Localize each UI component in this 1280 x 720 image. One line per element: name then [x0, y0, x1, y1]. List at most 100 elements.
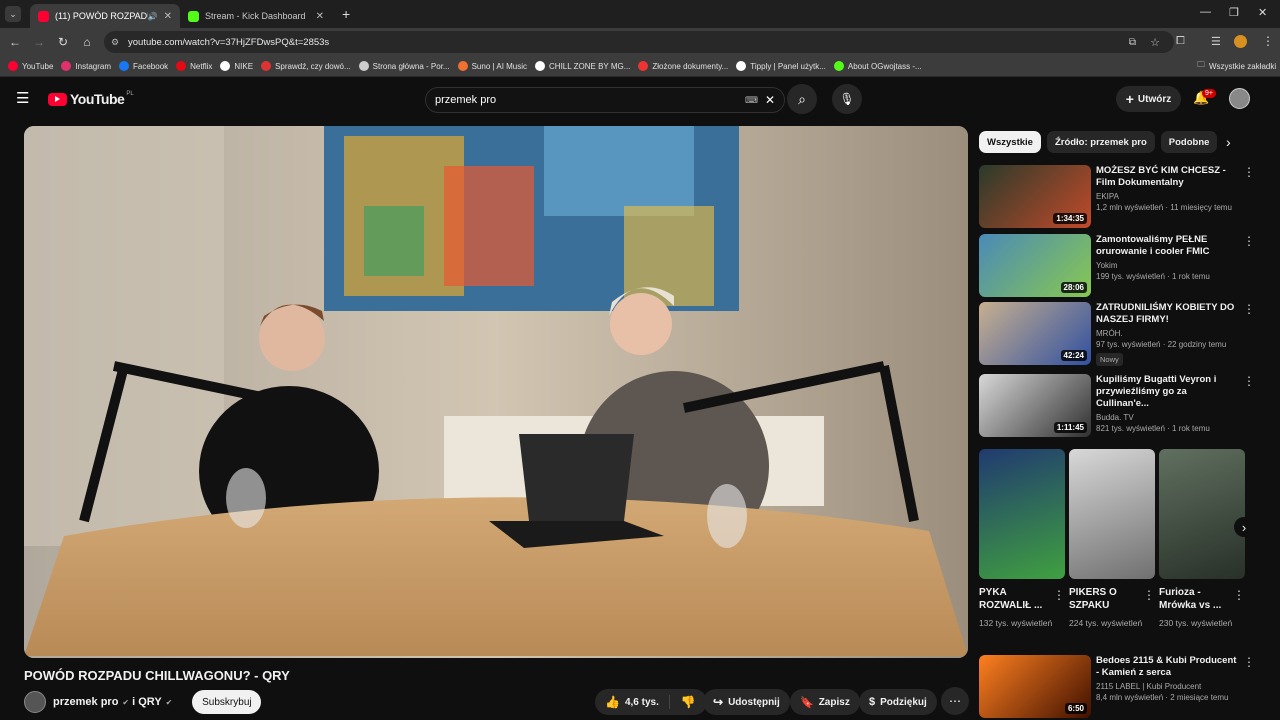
- more-icon[interactable]: ⋮: [1243, 374, 1255, 437]
- bookmark-item[interactable]: Facebook: [119, 61, 168, 71]
- recommended-video[interactable]: 1:34:35 MOŻESZ BYĆ KIM CHCESZ - Film Doku…: [979, 165, 1269, 228]
- keyboard-icon[interactable]: ⌨: [745, 95, 758, 106]
- channel-name[interactable]: 2115 LABEL | Kubi Producent: [1096, 682, 1241, 691]
- short-thumbnail[interactable]: [1069, 449, 1155, 579]
- channel-avatar[interactable]: [24, 691, 46, 713]
- more-icon[interactable]: ⋮: [1243, 234, 1255, 297]
- address-field[interactable]: ⚙ youtube.com/watch?v=37HjZFDwsPQ&t=2853…: [104, 31, 1174, 53]
- bookmark-item[interactable]: Suno | AI Music: [457, 61, 527, 71]
- media-icon[interactable]: ☰: [1211, 35, 1221, 48]
- more-actions-button[interactable]: ⋯: [941, 687, 969, 715]
- close-window-icon[interactable]: ✕: [1258, 6, 1267, 19]
- shorts-next-icon[interactable]: ›: [1234, 517, 1254, 537]
- site-info-icon[interactable]: ⚙: [111, 37, 119, 48]
- duration-badge: 1:34:35: [1053, 213, 1087, 224]
- chip-related[interactable]: Podobne: [1160, 131, 1218, 153]
- video-title[interactable]: ZATRUDNILIŚMY KOBIETY DO NASZEJ FIRMY!: [1096, 302, 1241, 326]
- video-thumbnail[interactable]: 28:06: [979, 234, 1091, 297]
- video-thumbnail[interactable]: 1:11:45: [979, 374, 1091, 437]
- channel-name[interactable]: MRÓH.: [1096, 329, 1241, 338]
- short-views: 224 tys. wyświetleń: [1069, 618, 1143, 628]
- subscribe-button[interactable]: Subskrybuj: [192, 690, 262, 714]
- save-button[interactable]: 🔖 Zapisz: [790, 689, 860, 715]
- video-player[interactable]: [24, 126, 968, 658]
- close-tab-icon[interactable]: ✕: [164, 11, 172, 22]
- search-input[interactable]: przemek pro ⌨ ✕: [425, 87, 785, 113]
- video-thumbnail[interactable]: 42:24: [979, 302, 1091, 365]
- video-thumbnail[interactable]: 1:34:35: [979, 165, 1091, 228]
- recommended-video[interactable]: 1:11:45 Kupiliśmy Bugatti Veyron i przywi…: [979, 374, 1269, 437]
- bookmark-item[interactable]: YouTube: [8, 61, 53, 71]
- extensions-icon[interactable]: ⧠: [1176, 35, 1185, 48]
- bookmark-item[interactable]: NIKE: [220, 61, 253, 71]
- thumbs-down-icon[interactable]: 👎: [670, 695, 707, 709]
- bookmark-item[interactable]: Złożone dokumenty...: [638, 61, 728, 71]
- close-tab-icon[interactable]: ✕: [316, 11, 324, 22]
- tab-list-button[interactable]: ⌄: [5, 6, 21, 22]
- profile-avatar[interactable]: [1234, 35, 1247, 48]
- channel-name[interactable]: EKIPA: [1096, 192, 1241, 201]
- thanks-button[interactable]: $ Podziękuj: [859, 689, 937, 715]
- back-icon[interactable]: ←: [3, 35, 27, 49]
- clear-search-icon[interactable]: ✕: [765, 93, 775, 107]
- url-text: youtube.com/watch?v=37HjZFDwsPQ&t=2853s: [128, 36, 330, 48]
- short-thumbnail[interactable]: [979, 449, 1065, 579]
- more-icon[interactable]: ⋮: [1053, 588, 1065, 602]
- like-button[interactable]: 👍 4,6 tys.: [595, 695, 670, 709]
- minimize-icon[interactable]: —: [1200, 6, 1211, 18]
- more-icon[interactable]: ⋮: [1243, 165, 1255, 228]
- bookmark-item[interactable]: Instagram: [61, 61, 111, 71]
- chip-all[interactable]: Wszystkie: [979, 131, 1041, 153]
- reload-icon[interactable]: ↻: [51, 35, 75, 49]
- bookmark-item[interactable]: Sprawdź, czy dowó...: [261, 61, 351, 71]
- duration-badge: 6:50: [1064, 703, 1087, 714]
- voice-search-button[interactable]: 🎙: [832, 84, 862, 114]
- chip-source[interactable]: Źródło: przemek pro: [1046, 131, 1155, 153]
- install-icon[interactable]: ⧉: [1129, 37, 1136, 48]
- recommended-video[interactable]: 28:06 Zamontowaliśmy PEŁNE orurowanie i c…: [979, 234, 1269, 297]
- short-title[interactable]: Furioza - Mrówka vs ...: [1159, 586, 1235, 612]
- tab-youtube[interactable]: (11) POWÓD ROZPADU CH 🔊 ✕: [30, 4, 180, 28]
- recommended-video[interactable]: 6:50 Bedoes 2115 & Kubi Producent - Kamie…: [979, 655, 1269, 718]
- forward-icon[interactable]: →: [27, 35, 51, 49]
- bookmark-icon: [8, 61, 18, 71]
- recommended-video[interactable]: 42:24 ZATRUDNILIŚMY KOBIETY DO NASZEJ FIR…: [979, 302, 1269, 367]
- coauthor-name[interactable]: i QRY: [132, 696, 162, 708]
- star-icon[interactable]: ☆: [1150, 36, 1160, 49]
- video-title[interactable]: Kupiliśmy Bugatti Veyron i przywieźliśmy…: [1096, 374, 1241, 410]
- menu-icon[interactable]: ⋮: [1262, 34, 1274, 48]
- all-bookmarks[interactable]: 🗀 Wszystkie zakładki: [1197, 59, 1276, 73]
- youtube-logo[interactable]: YouTube PL: [48, 91, 134, 107]
- share-button[interactable]: ↪ Udostępnij: [703, 689, 790, 715]
- video-title[interactable]: MOŻESZ BYĆ KIM CHCESZ - Film Dokumentaln…: [1096, 165, 1241, 189]
- chevron-right-icon[interactable]: ›: [1226, 134, 1231, 150]
- more-icon[interactable]: ⋮: [1143, 588, 1155, 602]
- channel-name[interactable]: przemek pro: [53, 696, 118, 708]
- new-tab-button[interactable]: +: [342, 6, 350, 22]
- short-title[interactable]: PIKERS O SZPAKU: [1069, 586, 1145, 612]
- home-icon[interactable]: ⌂: [75, 35, 99, 49]
- video-thumbnail[interactable]: 6:50: [979, 655, 1091, 718]
- account-avatar[interactable]: [1229, 88, 1250, 109]
- bookmark-item[interactable]: Strona główna - Por...: [358, 61, 450, 71]
- restore-icon[interactable]: ❐: [1229, 6, 1239, 19]
- more-icon[interactable]: ⋮: [1233, 588, 1245, 602]
- hamburger-icon[interactable]: ☰: [16, 89, 29, 107]
- search-button[interactable]: ⌕: [787, 84, 817, 114]
- tab-bar: ⌄ (11) POWÓD ROZPADU CH 🔊 ✕ Stream - Kic…: [0, 0, 1280, 28]
- bookmark-item[interactable]: Tipply | Panel użytk...: [736, 61, 826, 71]
- more-icon[interactable]: ⋮: [1243, 655, 1255, 718]
- bookmark-item[interactable]: CHILL ZONE BY MG...: [535, 61, 630, 71]
- bookmark-item[interactable]: Netflix: [176, 61, 212, 71]
- short-thumbnail[interactable]: [1159, 449, 1245, 579]
- tab-kick[interactable]: Stream - Kick Dashboard ✕: [180, 4, 332, 28]
- channel-name[interactable]: Budda. TV: [1096, 413, 1241, 422]
- video-title[interactable]: Bedoes 2115 & Kubi Producent - Kamień z …: [1096, 655, 1241, 679]
- bookmark-item[interactable]: About OGwojtass -...: [833, 61, 922, 71]
- short-title[interactable]: PYKA ROZWALIŁ ...: [979, 586, 1055, 612]
- create-button[interactable]: + Utwórz: [1116, 86, 1181, 112]
- more-icon[interactable]: ⋮: [1243, 302, 1255, 367]
- video-title[interactable]: Zamontowaliśmy PEŁNE orurowanie i cooler…: [1096, 234, 1241, 258]
- channel-label: 2115 LABEL | Kubi Producent: [1096, 682, 1202, 691]
- channel-name[interactable]: Yokim: [1096, 261, 1241, 270]
